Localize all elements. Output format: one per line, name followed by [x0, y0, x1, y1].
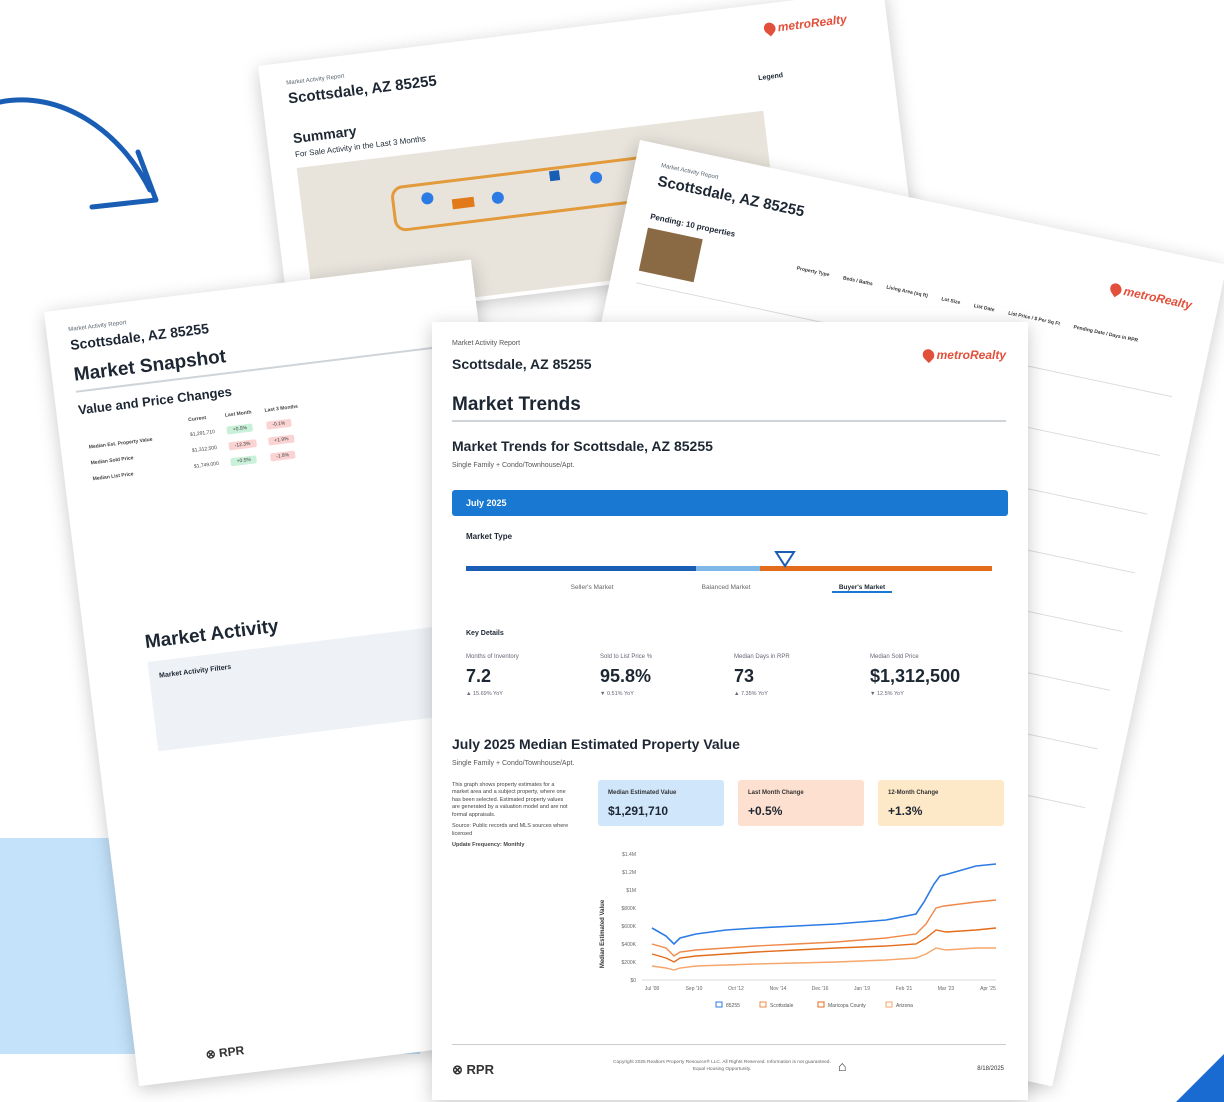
median-value-line-chart: Median Estimated Value $1.4M $1.2M $1M $…	[600, 852, 997, 1009]
footer-copyright: Copyright 2025 Realtors Property Resourc…	[613, 1060, 831, 1072]
y-tick: $0	[630, 978, 636, 984]
month-bar: July 2025	[452, 490, 1008, 516]
series-arizona	[651, 947, 996, 971]
rpr-logo: ⊗ RPR	[452, 1062, 494, 1077]
kd-sold-to-list: Sold to List Price % 95.8% ▼ 0.51% YoY	[600, 654, 653, 697]
twelve-month-box: 12-Month Change +1.3%	[878, 780, 1004, 826]
legend-maricopa: Maricopa County	[828, 1003, 866, 1009]
market-gauge-seller	[466, 566, 696, 571]
market-trends-page: Market Activity Report Scottsdale, AZ 85…	[432, 322, 1028, 1100]
report-label: Market Activity Report	[452, 340, 521, 347]
metrorealty-logo: metroRealty	[761, 12, 848, 37]
legend-scottsdale: Scottsdale	[770, 1003, 794, 1009]
median-value-heading: July 2025 Median Estimated Property Valu…	[452, 736, 740, 752]
x-tick: Feb '21	[896, 986, 913, 992]
legend-85255: 85255	[726, 1003, 740, 1009]
series-scottsdale	[651, 899, 997, 957]
report-date: 8/18/2025	[977, 1066, 1004, 1072]
x-tick: Mar '23	[938, 986, 955, 992]
market-type-label: Market Type	[466, 532, 513, 541]
metrorealty-logo: metroRealty	[920, 346, 1006, 364]
x-tick: Dec '16	[812, 986, 829, 992]
x-tick: Apr '25	[980, 986, 996, 992]
metrorealty-logo: metroRealty	[1107, 281, 1193, 312]
key-details-label: Key Details	[466, 630, 504, 637]
market-seller-label: Seller's Market	[570, 584, 614, 591]
y-tick: $200K	[622, 960, 637, 966]
y-tick: $600K	[622, 924, 637, 930]
y-tick: $400K	[622, 942, 637, 948]
kd-median-sold: Median Sold Price $1,312,500 ▼ 12.5% YoY	[870, 654, 961, 697]
property-type-2: Single Family + Condo/Townhouse/Apt.	[452, 760, 575, 767]
x-tick: Jan '19	[854, 986, 870, 992]
legend-label: Legend	[757, 72, 784, 83]
market-buyer-label: Buyer's Market	[832, 584, 892, 593]
corner-accent	[1176, 1054, 1224, 1102]
y-tick: $1.4M	[622, 852, 636, 858]
city-title: Scottsdale, AZ 85255	[452, 356, 592, 372]
kd-inventory: Months of Inventory 7.2 ▲ 15.69% YoY	[466, 654, 519, 697]
chart-description: This graph shows property estimates for …	[452, 782, 569, 848]
chart-y-label: Median Estimated Value	[600, 899, 606, 968]
x-tick: Oct '12	[728, 986, 744, 992]
y-tick: $1M	[626, 888, 636, 894]
legend-arizona: Arizona	[896, 1003, 913, 1009]
market-balanced-label: Balanced Market	[701, 584, 751, 591]
equal-housing-icon: ⌂	[838, 1058, 847, 1074]
y-tick: $800K	[622, 906, 637, 912]
x-tick: Sep '10	[686, 986, 703, 992]
market-marker-icon	[774, 551, 796, 568]
market-gauge-balanced	[696, 566, 760, 571]
median-estimated-box: Median Estimated Value $1,291,710	[598, 780, 724, 826]
section-title: Market Trends	[452, 394, 581, 415]
trends-heading: Market Trends for Scottsdale, AZ 85255	[452, 438, 713, 454]
curved-arrow-icon	[0, 97, 159, 210]
x-tick: Nov '14	[770, 986, 787, 992]
property-type: Single Family + Condo/Townhouse/Apt.	[452, 462, 575, 469]
x-tick: Jul '08	[645, 986, 660, 992]
listing-photo	[638, 227, 703, 283]
last-month-box: Last Month Change +0.5%	[738, 780, 864, 826]
kd-days-in-rpr: Median Days in RPR 73 ▲ 7.35% YoY	[734, 654, 790, 697]
rpr-logo: ⊗ RPR	[204, 1043, 246, 1062]
city-title: Scottsdale, AZ 85255	[656, 172, 806, 221]
y-tick: $1.2M	[622, 870, 636, 876]
